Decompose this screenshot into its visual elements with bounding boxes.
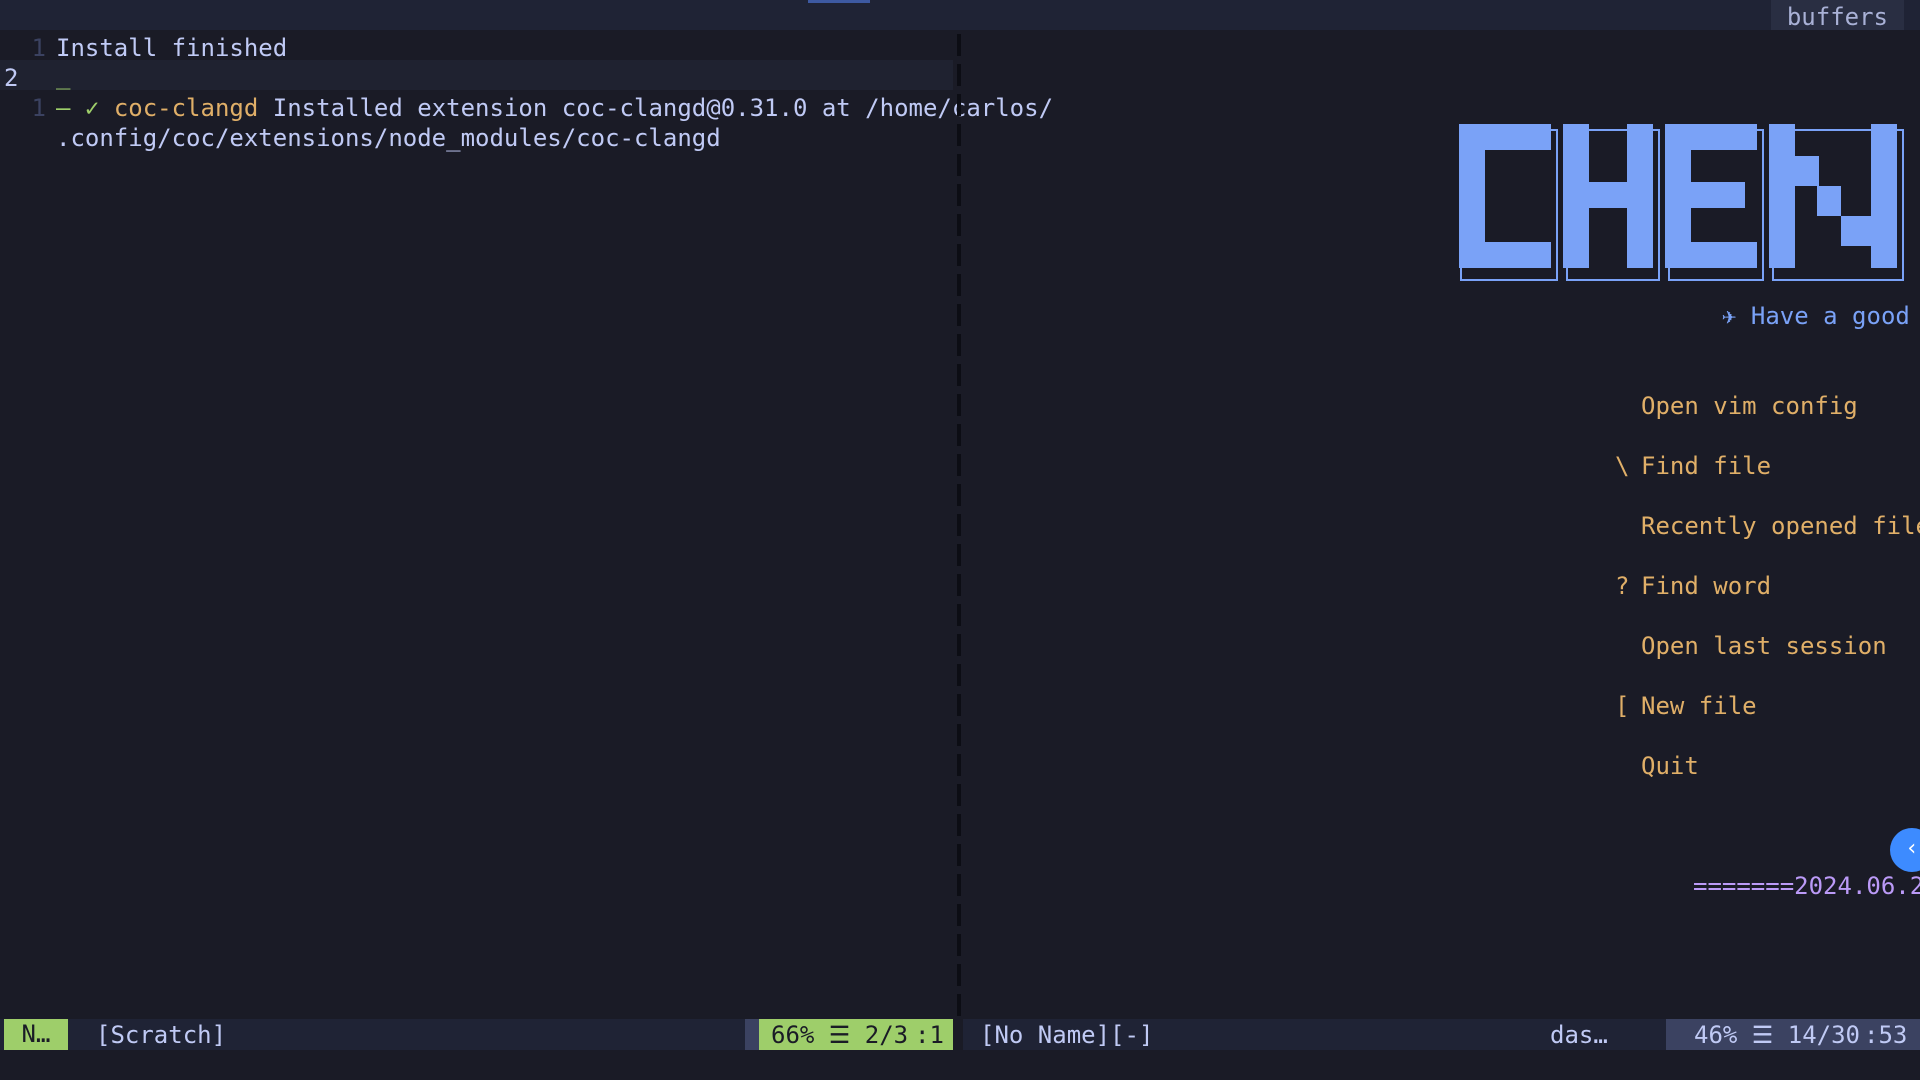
menu-recent-files[interactable]: Recently opened files (1641, 512, 1920, 540)
statusline-right-filetype: das… (1550, 1021, 1608, 1049)
shortcut-key: ? (1615, 572, 1630, 600)
menu-quit[interactable]: Quit (1641, 752, 1699, 780)
cursor-line-highlight (0, 60, 953, 90)
message-text: Installed extension coc-clangd@0.31.0 at… (272, 94, 1054, 122)
greeting: ✈ Have a good (1722, 302, 1910, 330)
line-number: 1 (31, 34, 46, 62)
menu-new-file[interactable]: New file (1641, 692, 1757, 720)
mode-indicator: N… (4, 1019, 68, 1050)
ascii-logo-image (1459, 124, 1904, 281)
menu-find-word[interactable]: Find word (1641, 572, 1771, 600)
cursor[interactable]: _ (56, 62, 70, 90)
shortcut-key: \ (1615, 452, 1630, 480)
statusline-left-filename: [Scratch] (96, 1021, 227, 1049)
chevron-left-icon[interactable]: ‹ (1890, 828, 1920, 872)
menu-open-vim-config[interactable]: Open vim config (1641, 392, 1858, 420)
line-number-current: 2 (4, 64, 19, 92)
window-split-separator[interactable] (957, 34, 961, 1019)
buffers-label[interactable]: buffers (1770, 0, 1904, 31)
statusline-right-position: 46% ☰ 14/30:53 (1666, 1019, 1920, 1050)
statusline-right-filename: [No Name][-] (980, 1021, 1154, 1049)
menu-find-file[interactable]: Find file (1641, 452, 1771, 480)
shortcut-key: [ (1615, 692, 1630, 720)
command-line[interactable] (0, 1050, 1920, 1080)
buffer-line[interactable]: Install finished (56, 34, 287, 62)
message-line: – ✓ coc-clangd Installed extension coc-c… (56, 94, 1053, 122)
message-line-number: 1 (31, 94, 46, 122)
tab-indicator (808, 0, 870, 3)
extension-name: coc-clangd (113, 94, 259, 122)
menu-open-last-session[interactable]: Open last session (1641, 632, 1887, 660)
dashboard-footer-date: =======2024.06.27 (1693, 872, 1920, 900)
statusline-left-position: 66% ☰ 2/3:1 (745, 1019, 953, 1050)
check-icon: – ✓ (56, 94, 100, 122)
tabline (0, 0, 1920, 30)
statusline-left-position-cap (745, 1019, 759, 1050)
message-text-continued: .config/coc/extensions/node_modules/coc-… (56, 124, 721, 152)
rocket-icon: ✈ (1722, 302, 1737, 330)
